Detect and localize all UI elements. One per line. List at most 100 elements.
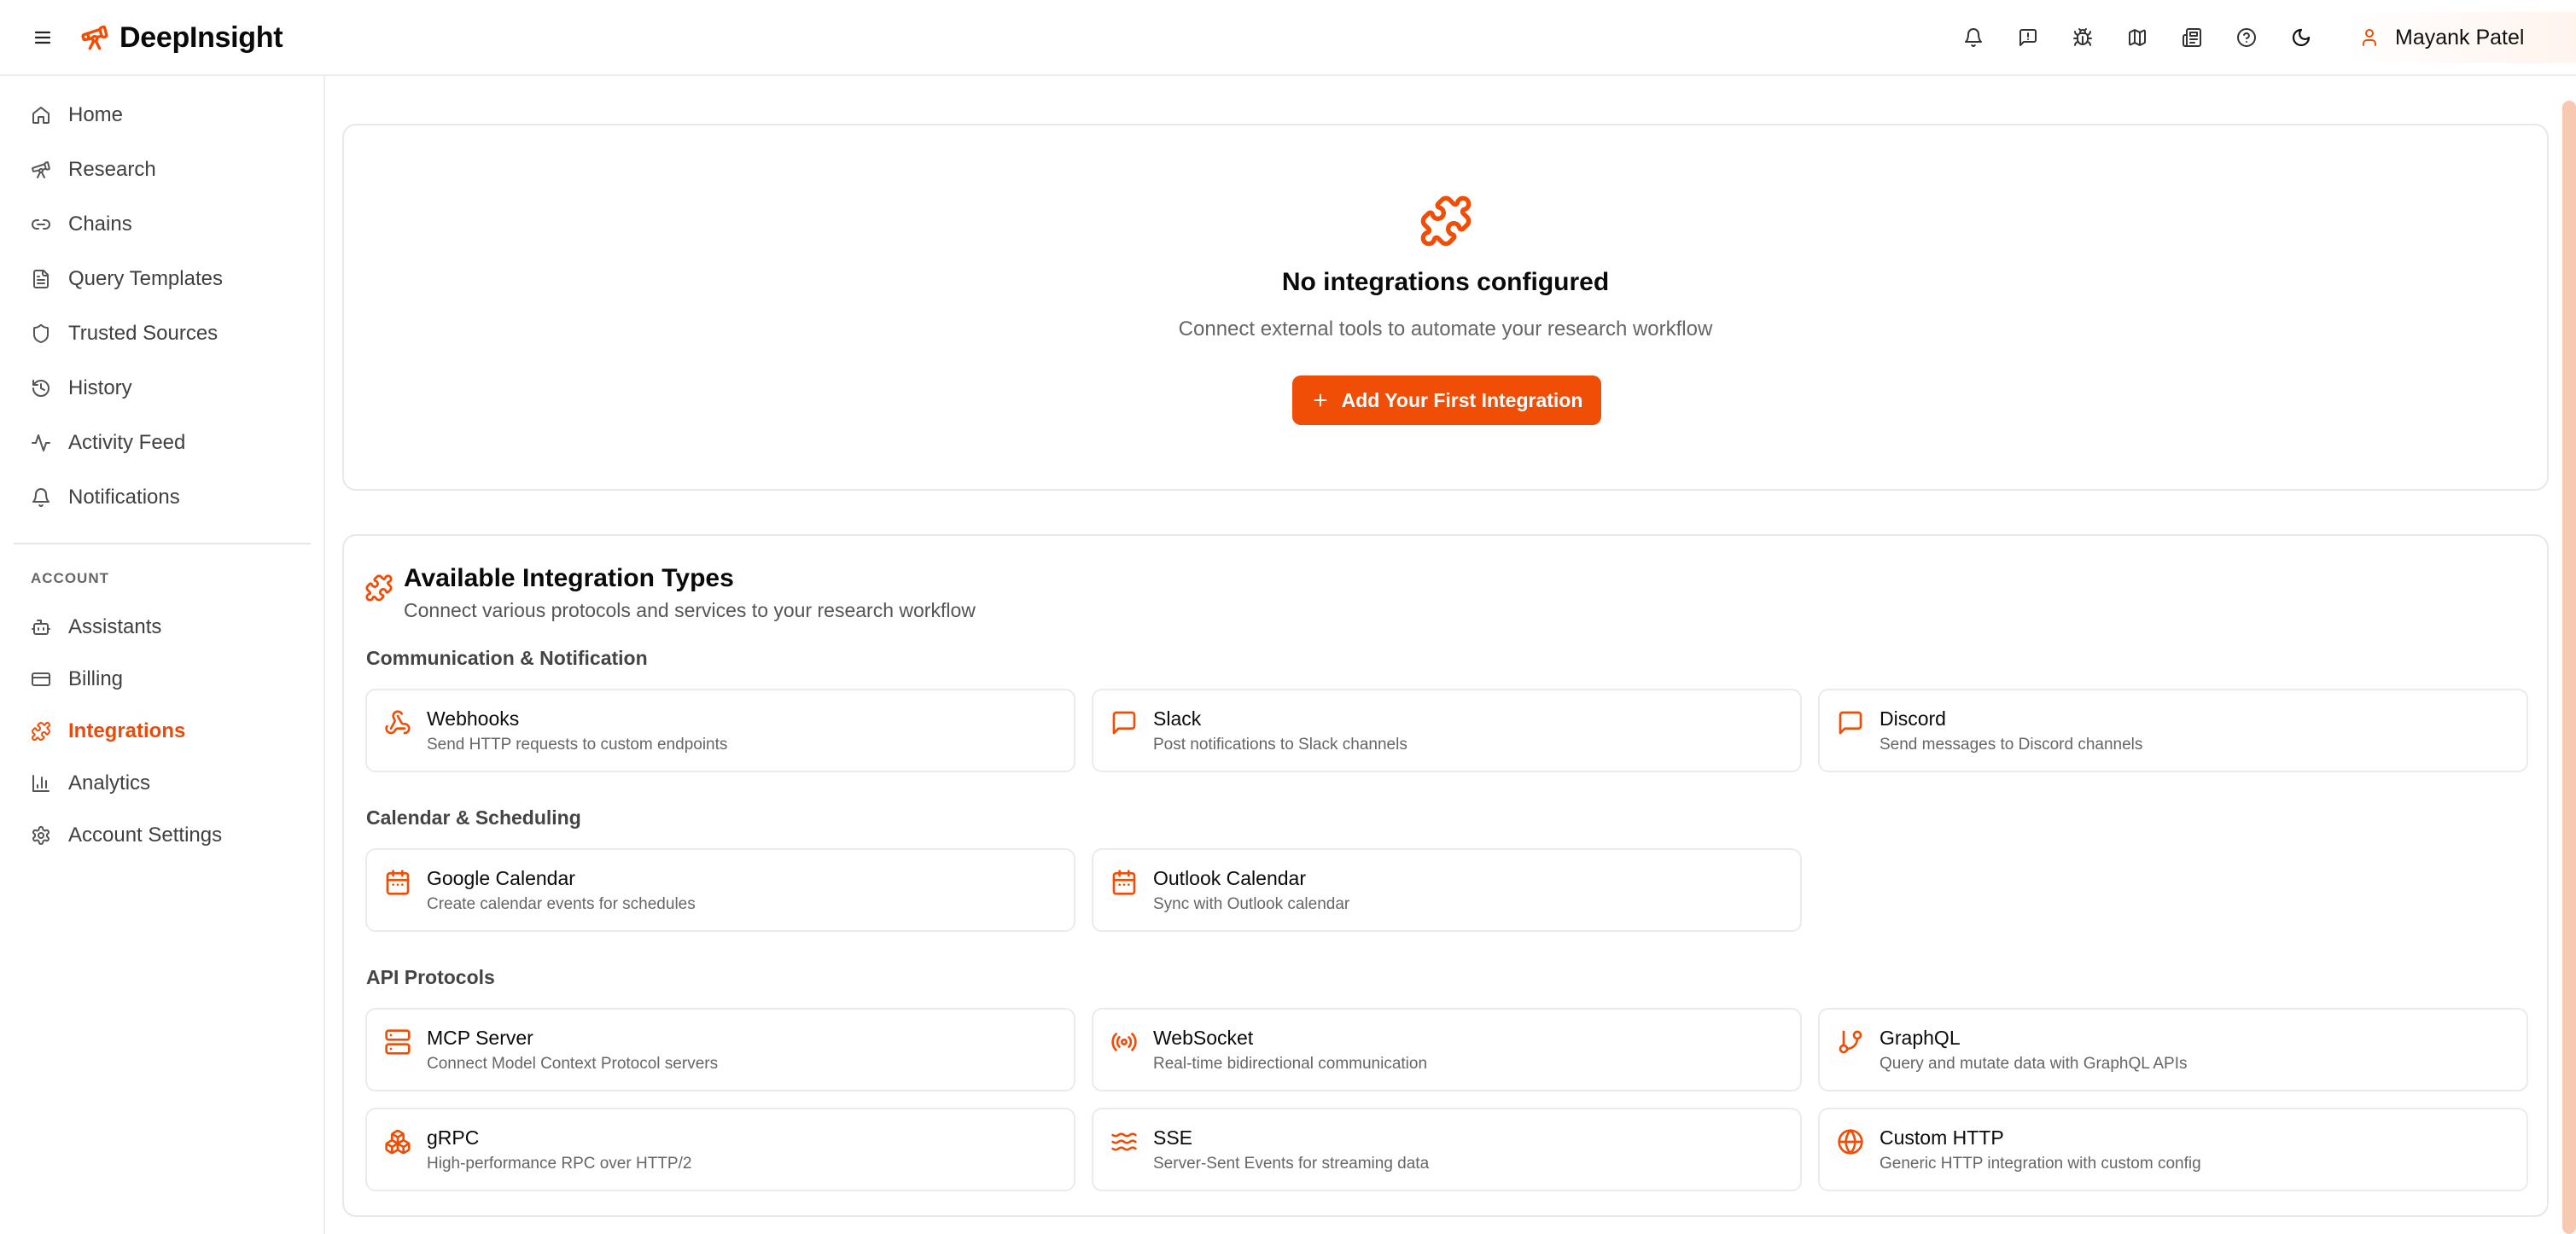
integration-card-outlook-calendar[interactable]: Outlook Calendar Sync with Outlook calen… <box>1092 848 1802 932</box>
integration-card-websocket[interactable]: WebSocket Real-time bidirectional commun… <box>1092 1008 1802 1091</box>
plus-icon <box>1314 393 1327 407</box>
sidebar-item-assistants[interactable]: Assistants <box>14 604 312 650</box>
integration-name: gRPC <box>427 1126 480 1149</box>
integration-name: Slack <box>1153 707 1202 730</box>
sidebar-item-label: Query Templates <box>68 267 223 290</box>
sidebar-item-label: History <box>68 376 132 399</box>
user-name: Mayank Patel <box>2395 25 2525 49</box>
sidebar-item-notifications[interactable]: Notifications <box>14 474 312 521</box>
home-icon <box>32 107 50 124</box>
theme-toggle-button[interactable] <box>2282 19 2320 56</box>
help-button[interactable] <box>2228 19 2265 56</box>
user-menu-button[interactable]: Mayank Patel <box>2344 12 2576 63</box>
integration-name: SSE <box>1153 1126 1193 1149</box>
radio-icon <box>1111 1033 1137 1051</box>
integration-description: Connect Model Context Protocol servers <box>427 1055 719 1073</box>
credit-card-icon <box>32 672 50 686</box>
sidebar-item-analytics[interactable]: Analytics <box>14 760 312 806</box>
moon-icon <box>2292 28 2311 47</box>
integration-types-title: Available Integration Types <box>404 564 734 592</box>
integration-card-webhooks[interactable]: Webhooks Send HTTP requests to custom en… <box>365 689 1075 772</box>
sidebar-item-query-templates[interactable]: Query Templates <box>14 256 312 302</box>
sidebar-section-label: ACCOUNT <box>31 570 109 586</box>
integration-name: Custom HTTP <box>1880 1126 2004 1149</box>
changelog-button[interactable] <box>2173 19 2211 56</box>
bell-icon <box>1965 28 1982 47</box>
sidebar-item-label: Billing <box>68 667 124 690</box>
integration-description: Create calendar events for schedules <box>427 895 696 913</box>
integration-name: WebSocket <box>1153 1027 1254 1049</box>
integration-name: Outlook Calendar <box>1153 867 1306 889</box>
integration-description: Server-Sent Events for streaming data <box>1153 1155 1430 1173</box>
globe-icon <box>1838 1129 1863 1155</box>
sidebar-divider <box>14 543 311 544</box>
server-icon <box>385 1029 411 1055</box>
report-bug-button[interactable] <box>2064 19 2101 56</box>
notifications-button[interactable] <box>1955 19 1992 56</box>
integration-description: Query and mutate data with GraphQL APIs <box>1880 1055 2188 1073</box>
menu-toggle-button[interactable] <box>26 20 60 55</box>
add-first-integration-button[interactable]: Add Your First Integration <box>1292 375 1601 425</box>
history-icon <box>32 380 50 397</box>
empty-state-card: No integrations configured Connect exter… <box>342 124 2549 491</box>
webhook-icon <box>385 710 411 735</box>
integration-card-discord[interactable]: Discord Send messages to Discord channel… <box>1818 689 2528 772</box>
roadmap-button[interactable] <box>2118 19 2156 56</box>
empty-state-title: No integrations configured <box>1281 268 1610 296</box>
sidebar-item-label: Analytics <box>68 771 151 795</box>
puzzle-icon <box>32 722 50 741</box>
category-title: Calendar & Scheduling <box>366 806 581 829</box>
sidebar-item-billing[interactable]: Billing <box>14 656 312 702</box>
sidebar-item-research[interactable]: Research <box>14 147 312 193</box>
calendar-icon <box>386 870 410 895</box>
sidebar-item-chains[interactable]: Chains <box>14 201 312 247</box>
integration-types-subtitle: Connect various protocols and services t… <box>404 599 976 621</box>
sidebar-item-label: Integrations <box>68 719 186 742</box>
telescope-logo-icon <box>81 25 108 50</box>
user-icon <box>2363 29 2376 46</box>
integration-card-grpc[interactable]: gRPC High-performance RPC over HTTP/2 <box>365 1108 1075 1191</box>
calendar-icon <box>1112 870 1136 895</box>
help-icon <box>2237 28 2256 47</box>
category-title: Communication & Notification <box>366 647 648 669</box>
sidebar-item-history[interactable]: History <box>14 365 312 411</box>
assistant-icon <box>32 620 50 635</box>
sidebar-item-label: Activity Feed <box>68 431 186 454</box>
header-actions <box>1955 19 2320 56</box>
sidebar-item-label: Trusted Sources <box>68 322 219 345</box>
activity-icon <box>32 434 50 451</box>
integration-types-card: Available Integration Types Connect vari… <box>342 534 2549 1217</box>
sidebar-item-account-settings[interactable]: Account Settings <box>14 812 312 859</box>
boxes-icon <box>385 1129 411 1155</box>
message-icon <box>2019 29 2037 46</box>
file-text-icon <box>33 270 49 288</box>
integration-card-mcp-server[interactable]: MCP Server Connect Model Context Protoco… <box>365 1008 1075 1091</box>
integration-card-graphql[interactable]: GraphQL Query and mutate data with Graph… <box>1818 1008 2528 1091</box>
integration-card-custom-http[interactable]: Custom HTTP Generic HTTP integration wit… <box>1818 1108 2528 1191</box>
sidebar-item-label: Notifications <box>68 486 180 509</box>
integration-card-google-calendar[interactable]: Google Calendar Create calendar events f… <box>365 848 1075 932</box>
telescope-icon <box>32 161 50 178</box>
message-square-icon <box>1112 711 1136 735</box>
puzzle-icon <box>365 574 393 602</box>
integration-card-sse[interactable]: SSE Server-Sent Events for streaming dat… <box>1092 1108 1802 1191</box>
integration-name: Discord <box>1880 707 1946 730</box>
integration-name: Webhooks <box>427 707 520 730</box>
sidebar-item-activity-feed[interactable]: Activity Feed <box>14 420 312 466</box>
integration-card-slack[interactable]: Slack Post notifications to Slack channe… <box>1092 689 1802 772</box>
integration-description: Sync with Outlook calendar <box>1153 895 1350 913</box>
sidebar-item-integrations[interactable]: Integrations <box>14 708 312 754</box>
bell-icon <box>32 488 50 507</box>
app-logo[interactable]: DeepInsight <box>80 17 283 58</box>
page-scrollbar[interactable] <box>2562 101 2576 1234</box>
app-root: DeepInsight Mayank Patel Home Research C… <box>0 0 2576 1234</box>
sidebar-item-label: Home <box>68 103 124 126</box>
integration-description: Send messages to Discord channels <box>1880 736 2143 754</box>
bar-chart-icon <box>32 775 50 792</box>
sidebar-item-trusted-sources[interactable]: Trusted Sources <box>14 311 312 357</box>
message-square-icon <box>1839 711 1862 735</box>
integration-name: Google Calendar <box>427 867 575 889</box>
feedback-button[interactable] <box>2009 19 2047 56</box>
sidebar-item-label: Assistants <box>68 615 162 638</box>
sidebar-item-home[interactable]: Home <box>14 92 312 138</box>
